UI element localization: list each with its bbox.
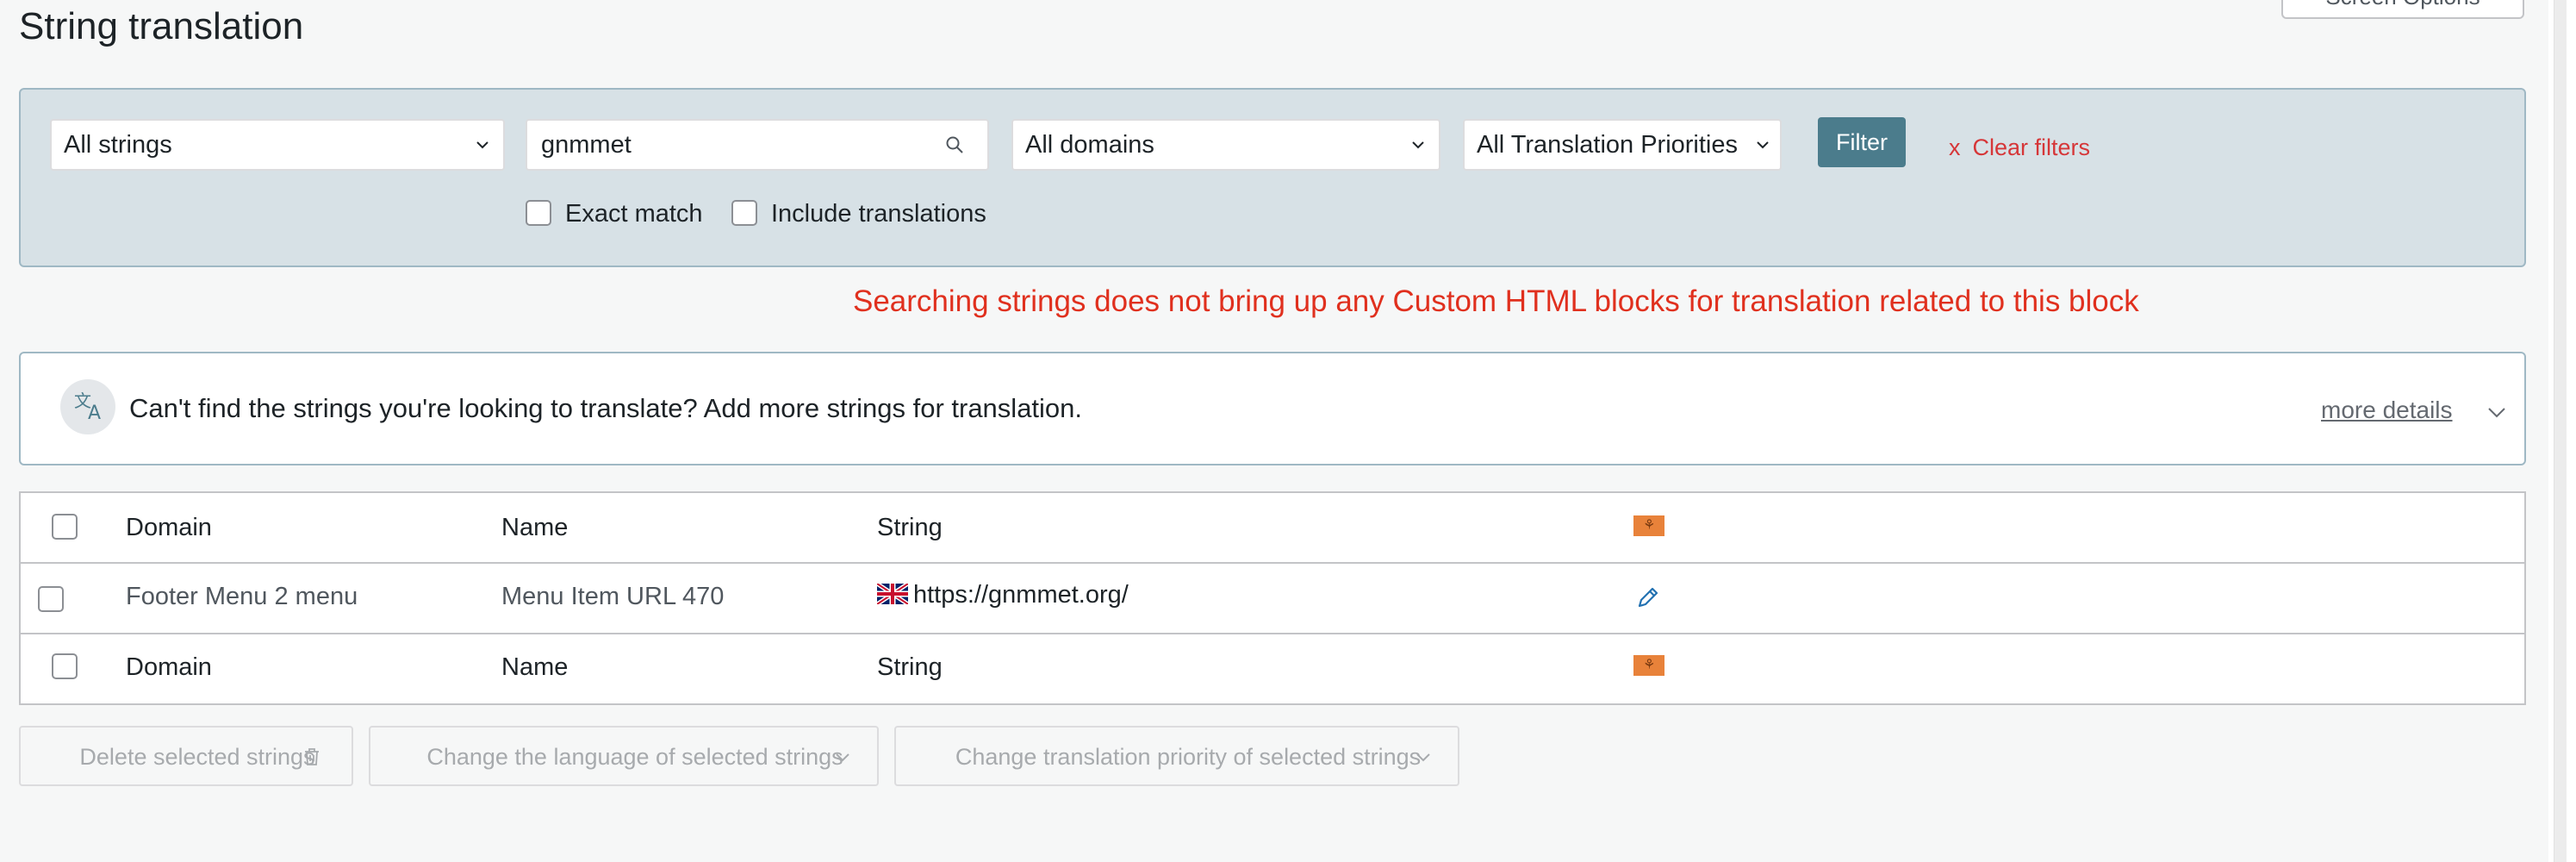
row-name: Menu Item URL 470	[501, 583, 725, 610]
change-language-button[interactable]: Change the language of selected strings	[369, 726, 879, 786]
delete-selected-button[interactable]: Delete selected strings	[19, 726, 353, 786]
change-priority-label: Change translation priority of selected …	[955, 744, 1422, 770]
translate-icon: 文A	[60, 379, 115, 434]
footer-domain[interactable]: Domain	[126, 653, 212, 682]
delete-selected-label: Delete selected strings	[79, 744, 315, 770]
include-translations-checkbox[interactable]	[731, 200, 757, 226]
chevron-down-icon	[1412, 141, 1424, 149]
string-status-select[interactable]: All strings	[50, 119, 505, 171]
chevron-down-icon	[1416, 753, 1430, 762]
chevron-down-icon	[1757, 141, 1769, 149]
footer-name[interactable]: Name	[501, 653, 568, 682]
page-title: String translation	[19, 5, 304, 47]
header-string[interactable]: String	[877, 514, 943, 542]
row-string: https://gnmmet.org/	[877, 581, 1129, 609]
pencil-icon[interactable]	[1635, 584, 1661, 610]
clear-filters-link[interactable]: x Clear filters	[1949, 134, 2090, 161]
include-translations-label: Include translations	[771, 200, 986, 228]
more-details-link[interactable]: more details	[2321, 397, 2453, 424]
search-box	[526, 119, 989, 171]
language-flag-icon	[1633, 655, 1664, 676]
add-strings-notice: 文A Can't find the strings you're looking…	[19, 352, 2526, 465]
exact-match-label: Exact match	[565, 200, 703, 228]
priority-select[interactable]: All Translation Priorities	[1463, 119, 1782, 171]
clear-icon: x	[1949, 134, 1961, 160]
domain-value: All domains	[1025, 131, 1154, 159]
annotation-text: Searching strings does not bring up any …	[853, 284, 2139, 318]
select-all-checkbox-footer[interactable]	[52, 653, 78, 679]
chevron-down-icon	[476, 141, 488, 149]
chevron-down-icon[interactable]	[2486, 402, 2507, 422]
domain-select[interactable]: All domains	[1011, 119, 1440, 171]
table-row: Footer Menu 2 menu Menu Item URL 470 htt…	[21, 564, 2524, 634]
clear-filters-label: Clear filters	[1972, 134, 2091, 160]
trash-icon	[305, 748, 319, 765]
table-footer-row: Domain Name String	[21, 634, 2524, 703]
select-all-checkbox[interactable]	[52, 514, 78, 540]
row-string-value: https://gnmmet.org/	[913, 581, 1129, 609]
header-name[interactable]: Name	[501, 514, 568, 542]
table-header-row: Domain Name String	[21, 493, 2524, 564]
change-priority-button[interactable]: Change translation priority of selected …	[894, 726, 1459, 786]
change-language-label: Change the language of selected strings	[426, 744, 843, 770]
row-domain: Footer Menu 2 menu	[126, 583, 358, 610]
strings-table: Domain Name String Footer Menu 2 menu Me…	[19, 491, 2526, 705]
language-flag-icon	[1633, 515, 1664, 536]
scrollbar-thumb[interactable]	[2554, 0, 2567, 862]
exact-match-checkbox[interactable]	[526, 200, 551, 226]
svg-text:A: A	[88, 403, 101, 424]
header-domain[interactable]: Domain	[126, 514, 212, 542]
search-icon[interactable]	[944, 134, 965, 155]
filter-button[interactable]: Filter	[1818, 117, 1906, 167]
screen-options-button[interactable]: Screen Options	[2281, 0, 2524, 19]
chevron-down-icon	[836, 753, 849, 762]
search-input[interactable]	[527, 121, 941, 169]
string-status-value: All strings	[64, 131, 172, 159]
row-checkbox[interactable]	[38, 586, 64, 612]
footer-string[interactable]: String	[877, 653, 943, 682]
notice-text: Can't find the strings you're looking to…	[129, 393, 1083, 423]
filter-panel	[19, 88, 2526, 267]
uk-flag-icon	[877, 584, 908, 604]
priority-value: All Translation Priorities	[1477, 131, 1738, 159]
